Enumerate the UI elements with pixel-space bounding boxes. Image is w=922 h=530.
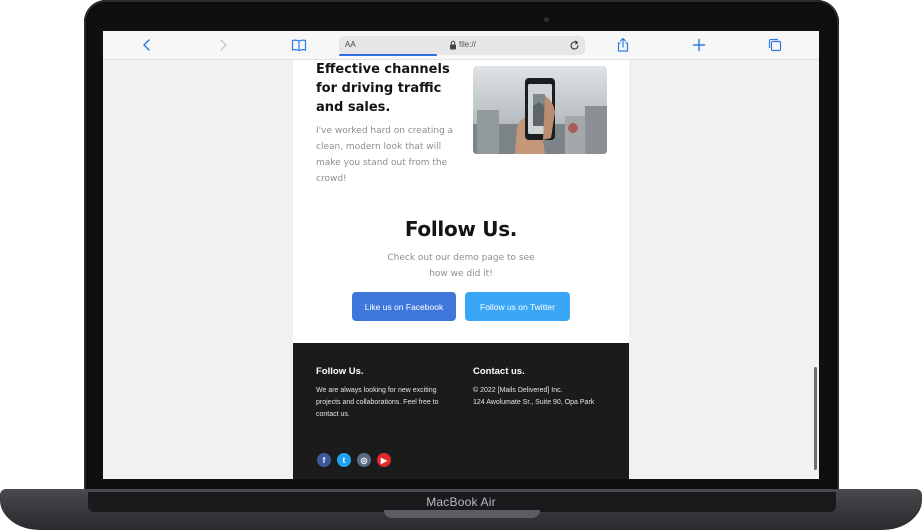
page-load-progress	[339, 54, 438, 56]
twitter-follow-button[interactable]: Follow us on Twitter	[465, 292, 570, 321]
footer-contact-block: © 2022 [Mails Delivered] Inc. 124 Awolum…	[473, 385, 623, 409]
smartphone-photo-image	[473, 66, 607, 154]
footer-follow-heading: Follow Us.	[316, 366, 364, 377]
footer-copyright: © 2022 [Mails Delivered] Inc.	[473, 387, 563, 394]
footer-address: 124 Awolumate Sr., Suite 90, Opa Park	[473, 399, 595, 406]
twitter-icon[interactable]: t	[337, 453, 351, 467]
youtube-icon[interactable]: ▶	[377, 453, 391, 467]
facebook-like-button[interactable]: Like us on Facebook	[352, 292, 456, 321]
chevron-left-icon[interactable]	[139, 37, 155, 53]
footer-contact-heading: Contact us.	[473, 366, 525, 377]
lock-icon	[450, 40, 456, 50]
follow-heading: Follow Us.	[404, 217, 518, 241]
reader-button[interactable]: AA	[345, 40, 356, 49]
feature-heading: Effective channels for driving traffic a…	[316, 62, 450, 115]
chevron-right-icon[interactable]	[215, 37, 231, 53]
laptop-notch	[384, 510, 540, 518]
footer-follow-text: We are always looking for new exciting p…	[316, 387, 439, 418]
screen: AA file:// Effective channels for drivin…	[103, 31, 819, 479]
browser-toolbar: AA file://	[103, 31, 819, 60]
camera-dot	[544, 17, 549, 22]
email-footer: Follow Us. We are always looking for new…	[293, 343, 629, 479]
share-icon[interactable]	[615, 37, 631, 53]
url-text: file://	[459, 40, 476, 49]
book-icon[interactable]	[291, 37, 307, 53]
vertical-scrollbar[interactable]	[814, 367, 817, 470]
instagram-icon[interactable]: ◎	[357, 453, 371, 467]
follow-description: Check out our demo page to see how we di…	[387, 253, 535, 279]
device-label: MacBook Air	[426, 495, 496, 509]
email-content: Effective channels for driving traffic a…	[293, 60, 629, 479]
plus-icon[interactable]	[691, 37, 707, 53]
feature-description: I've worked hard on creating a clean, mo…	[316, 126, 454, 184]
tabs-icon[interactable]	[767, 37, 783, 53]
laptop-mockup: MacBook Air AA file:// Effective channel…	[0, 0, 922, 530]
reload-icon[interactable]	[569, 40, 580, 51]
address-bar[interactable]: AA file://	[339, 36, 585, 56]
facebook-icon[interactable]: f	[317, 453, 331, 467]
